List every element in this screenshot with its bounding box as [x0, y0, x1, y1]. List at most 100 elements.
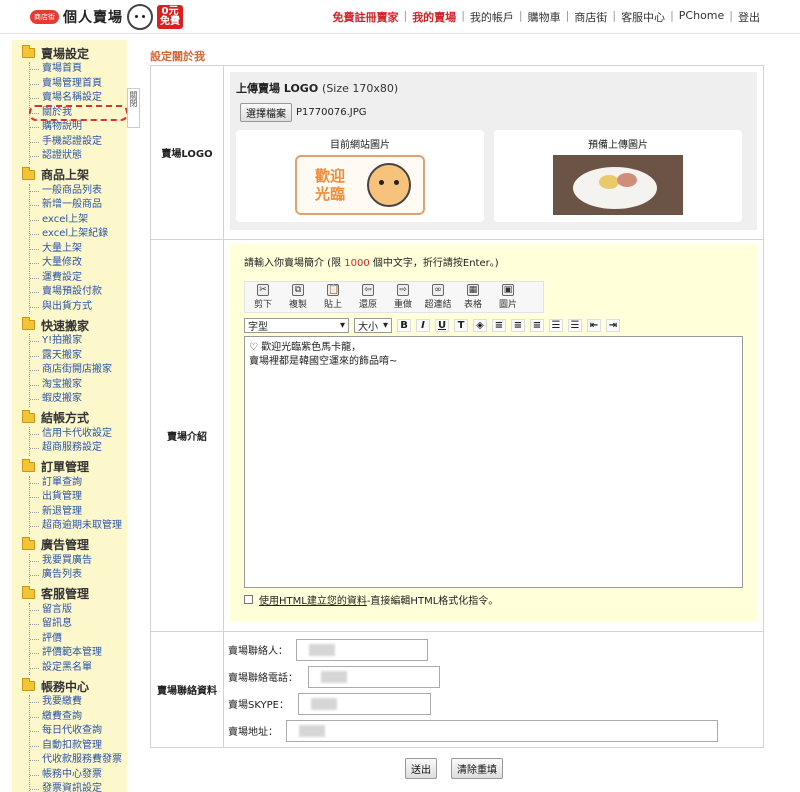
- sidebar-group-label: 訂單管理: [41, 460, 90, 474]
- align-left-icon[interactable]: ≡: [492, 319, 506, 332]
- toolbar-button[interactable]: ▦ 表格: [457, 284, 489, 310]
- toolbar-button[interactable]: ∞ 超連結: [422, 284, 454, 310]
- sidebar-item[interactable]: 評價: [30, 632, 127, 647]
- sidebar-item[interactable]: 賣場首頁: [30, 62, 127, 77]
- sidebar-item[interactable]: 評價範本管理: [30, 646, 127, 661]
- contact-field-input[interactable]: [298, 692, 431, 715]
- sidebar-item[interactable]: 一般商品列表: [30, 184, 127, 199]
- contact-field-row: 賣場聯絡電話：: [228, 664, 759, 689]
- sidebar-item[interactable]: excel上架: [30, 213, 127, 228]
- sidebar-item[interactable]: 賣場名稱設定: [30, 91, 127, 106]
- sidebar-item[interactable]: 運費設定: [30, 271, 127, 286]
- indent-icon[interactable]: ⇥: [606, 319, 620, 332]
- top-nav-link[interactable]: 免費註冊賣家: [332, 9, 398, 25]
- sidebar-item[interactable]: 帳務中心發票: [30, 768, 127, 783]
- sidebar-collapse-tab[interactable]: 關閉: [127, 88, 140, 128]
- intro-editor[interactable]: ♡ 歡迎光臨紫色馬卡龍， 賣場裡都是韓國空運來的飾品唷~: [244, 336, 743, 588]
- sidebar-item[interactable]: 自動扣款管理: [30, 739, 127, 754]
- sidebar-item[interactable]: Y!拍搬家: [30, 334, 127, 349]
- sidebar-item[interactable]: 超商逾期未取管理: [30, 519, 127, 534]
- sidebar-item[interactable]: 蝦皮搬家: [30, 392, 127, 407]
- site-logo[interactable]: 商店街 個人賣場 0元 免費: [30, 4, 183, 30]
- sidebar-group-title[interactable]: 客服管理: [12, 585, 127, 603]
- sidebar-item[interactable]: 代收款服務費發票: [30, 753, 127, 768]
- toolbar-button[interactable]: ⇦ 還原: [352, 284, 384, 310]
- sidebar-item[interactable]: 超商服務設定: [30, 441, 127, 456]
- sidebar-item[interactable]: 大量上架: [30, 242, 127, 257]
- toolbar-button[interactable]: ⧉ 複製: [282, 284, 314, 310]
- toolbar-button[interactable]: ▣ 圖片: [492, 284, 524, 310]
- top-nav-link[interactable]: 商店街: [574, 9, 607, 25]
- size-select[interactable]: 大小 ▾: [354, 318, 392, 333]
- toolbar-button[interactable]: ✂ 剪下: [247, 284, 279, 310]
- sidebar-group-title[interactable]: 快速搬家: [12, 316, 127, 334]
- underline-icon[interactable]: U: [435, 319, 449, 332]
- redacted-value: [321, 670, 347, 683]
- top-nav-link[interactable]: 我的賣場: [412, 9, 456, 25]
- sidebar-item[interactable]: 信用卡代收設定: [30, 427, 127, 442]
- sidebar-item[interactable]: 我要繳費: [30, 695, 127, 710]
- reset-button[interactable]: 清除重填: [451, 758, 503, 779]
- sidebar-item[interactable]: 賣場管理首頁: [30, 77, 127, 92]
- top-nav-link[interactable]: 客服中心: [621, 9, 665, 25]
- sidebar-item[interactable]: 大量修改: [30, 256, 127, 271]
- sidebar-group-title[interactable]: 結帳方式: [12, 409, 127, 427]
- sidebar-item[interactable]: 留言版: [30, 603, 127, 618]
- sidebar-group-title[interactable]: 帳務中心: [12, 677, 127, 695]
- sidebar-group-title[interactable]: 賣場設定: [12, 44, 127, 62]
- contact-field-input[interactable]: [286, 719, 718, 742]
- sidebar-item[interactable]: 與出貨方式: [30, 300, 127, 315]
- top-nav-link[interactable]: PChome: [679, 9, 725, 25]
- sidebar-item[interactable]: 我要買廣告: [30, 554, 127, 569]
- toolbar-button[interactable]: 📋 貼上: [317, 284, 349, 310]
- ordered-list-icon[interactable]: ☰: [549, 319, 563, 332]
- top-nav-link[interactable]: 購物車: [528, 9, 561, 25]
- intro-hint: 請輸入你賣場簡介 (限 1000 個中文字，折行請按Enter。): [244, 258, 499, 269]
- contact-field-row: 賣場聯絡人：: [228, 637, 759, 662]
- sidebar-item[interactable]: 露天搬家: [30, 349, 127, 364]
- top-nav-link[interactable]: 我的帳戶: [470, 9, 514, 25]
- align-center-icon[interactable]: ≡: [511, 319, 525, 332]
- sidebar-item[interactable]: 新增一般商品: [30, 198, 127, 213]
- toolbar-button[interactable]: ⇨ 重做: [387, 284, 419, 310]
- sidebar-group-label: 客服管理: [41, 587, 90, 601]
- text-color-icon[interactable]: T: [454, 319, 468, 332]
- bullet-list-icon[interactable]: ☰: [568, 319, 582, 332]
- sidebar-group-title[interactable]: 訂單管理: [12, 458, 127, 476]
- bg-color-icon[interactable]: ◈: [473, 319, 487, 332]
- sidebar-item[interactable]: 淘宝搬家: [30, 378, 127, 393]
- sidebar-item[interactable]: 每日代收查詢: [30, 724, 127, 739]
- sidebar-group-title[interactable]: 廣告管理: [12, 536, 127, 554]
- sidebar-item[interactable]: 設定黑名單: [30, 661, 127, 676]
- sidebar-item[interactable]: excel上架紀錄: [30, 227, 127, 242]
- sidebar-item[interactable]: 新退管理: [30, 505, 127, 520]
- sidebar-item[interactable]: 訂單查詢: [30, 476, 127, 491]
- sidebar-item[interactable]: 購物說明: [30, 120, 127, 135]
- sidebar-item[interactable]: 手機認證設定: [30, 135, 127, 150]
- align-right-icon[interactable]: ≡: [530, 319, 544, 332]
- bold-icon[interactable]: B: [397, 319, 411, 332]
- sidebar-group-title[interactable]: 商品上架: [12, 166, 127, 184]
- contact-field-input[interactable]: [296, 638, 428, 661]
- sidebar-item[interactable]: 發票資訊設定: [30, 782, 127, 792]
- paste-icon: 📋: [327, 284, 340, 296]
- contact-field-row: 賣場SKYPE：: [228, 691, 759, 716]
- sidebar-item[interactable]: 繳費查詢: [30, 710, 127, 725]
- sidebar-item[interactable]: 廣告列表: [30, 568, 127, 583]
- html-mode-checkbox[interactable]: [244, 595, 253, 604]
- sidebar-item[interactable]: 商店街開店搬家: [30, 363, 127, 378]
- sidebar-item[interactable]: 賣場預設付款: [30, 285, 127, 300]
- top-nav-link[interactable]: 登出: [738, 9, 760, 25]
- html-mode-link[interactable]: 使用HTML建立您的資料: [259, 592, 367, 607]
- italic-icon[interactable]: I: [416, 319, 430, 332]
- contact-field-input[interactable]: [308, 665, 440, 688]
- submit-button[interactable]: 送出: [405, 758, 437, 779]
- sidebar-item[interactable]: 關於我: [29, 104, 127, 121]
- outdent-icon[interactable]: ⇤: [587, 319, 601, 332]
- sidebar-item[interactable]: 留訊息: [30, 617, 127, 632]
- font-select[interactable]: 字型 ▾: [244, 318, 349, 333]
- sidebar-item[interactable]: 認證狀態: [30, 149, 127, 164]
- sidebar-item[interactable]: 出貨管理: [30, 490, 127, 505]
- choose-file-button[interactable]: 選擇檔案: [240, 103, 292, 122]
- sidebar-links: 留言版 留訊息 評價 評價範本管理 設定黑名單: [29, 602, 127, 676]
